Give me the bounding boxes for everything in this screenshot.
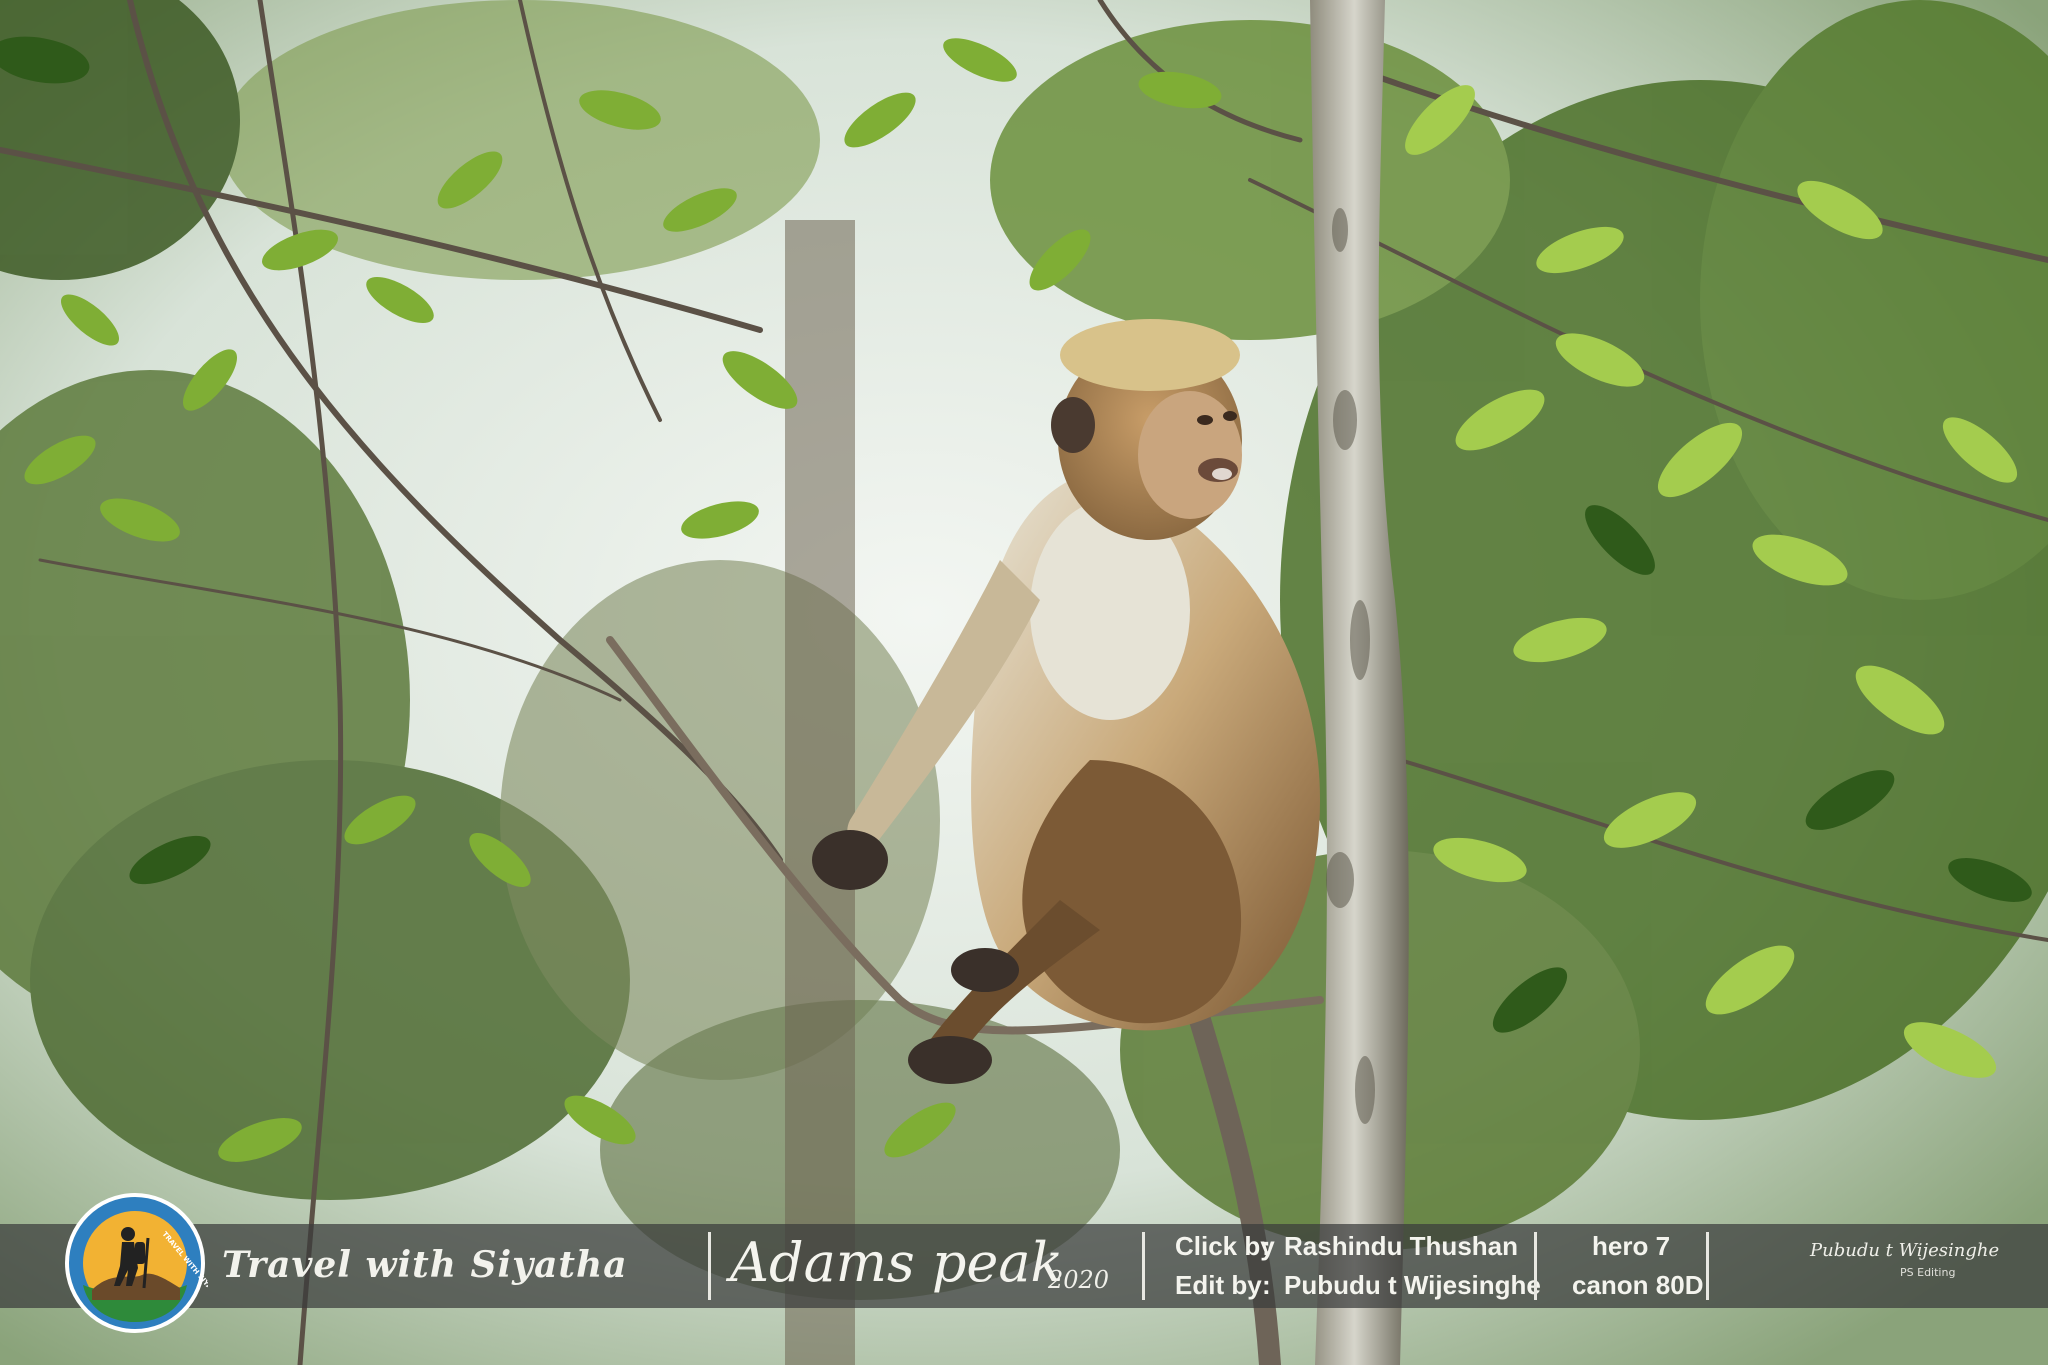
editor-signature: Pubudu t Wijesinghe <box>1810 1240 2000 1261</box>
divider <box>1142 1232 1145 1300</box>
camera-2: canon 80D <box>1572 1270 1704 1300</box>
divider <box>1534 1232 1537 1300</box>
location-title: Adams peak <box>730 1231 1064 1294</box>
camera-1: hero 7 <box>1592 1231 1671 1261</box>
siyatha-logo: TRAVEL WITH SIYATHA <box>65 1193 208 1333</box>
click-by-label: Click by <box>1175 1231 1275 1261</box>
monkey-photo <box>0 0 2048 1365</box>
colon: : <box>1262 1270 1271 1300</box>
divider <box>1706 1232 1709 1300</box>
year: 2020 <box>1048 1266 1110 1294</box>
photographer-name: Rashindu Thushan <box>1284 1231 1518 1261</box>
edit-by-label: Edit by <box>1175 1270 1262 1300</box>
divider <box>708 1232 711 1300</box>
brand-name: Travel with Siyatha <box>222 1244 628 1286</box>
colon: : <box>1262 1231 1271 1261</box>
signature-subtitle: PS Editing <box>1900 1266 1956 1279</box>
editor-name: Pubudu t Wijesinghe <box>1284 1270 1541 1300</box>
